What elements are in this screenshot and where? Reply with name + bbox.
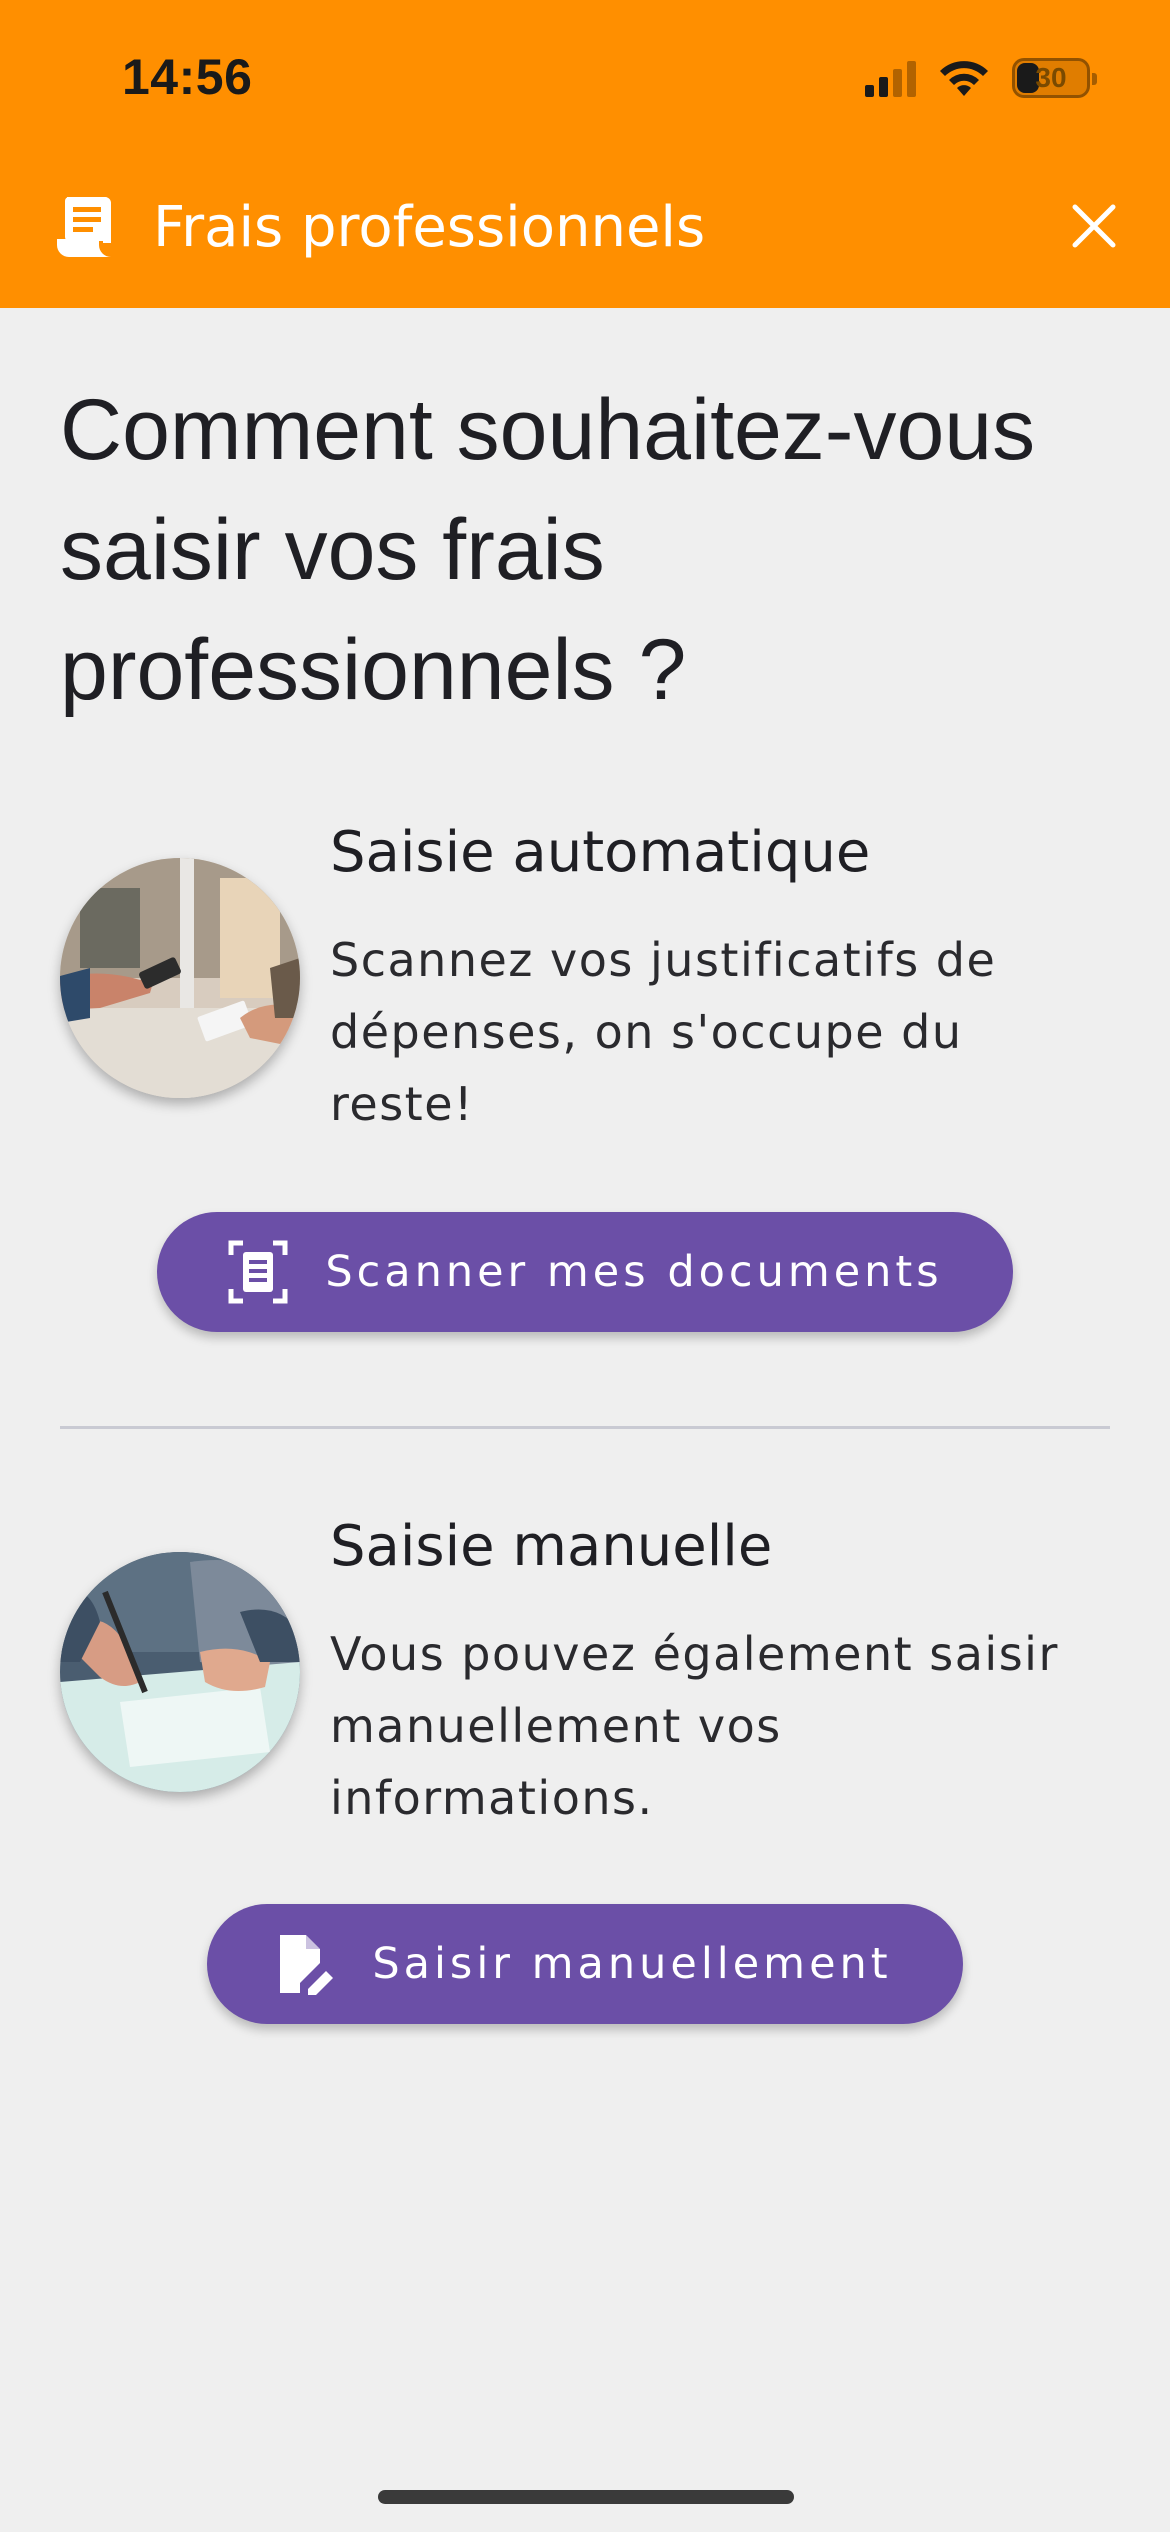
- battery-icon: 30: [1012, 58, 1097, 98]
- manual-entry-photo: [60, 1552, 300, 1792]
- receipt-icon: [57, 197, 111, 257]
- option-description-manual: Vous pouvez également saisir manuellemen…: [330, 1627, 1059, 1825]
- wifi-icon: [940, 61, 988, 96]
- question-heading: Comment souhaitez-vous saisir vos frais …: [60, 382, 1036, 718]
- section-divider: [60, 1426, 1110, 1429]
- scan-documents-label: Scanner mes documents: [325, 1247, 943, 1297]
- home-indicator[interactable]: [378, 2490, 794, 2504]
- battery-level: 30: [1035, 62, 1067, 93]
- manual-entry-button[interactable]: Saisir manuellement: [207, 1904, 963, 2024]
- header-title-row: Frais professionnels: [55, 192, 705, 262]
- manual-entry-label: Saisir manuellement: [372, 1939, 892, 1989]
- edit-document-icon: [280, 1935, 334, 1995]
- scan-documents-button[interactable]: Scanner mes documents: [157, 1212, 1013, 1332]
- status-icons: 30: [865, 56, 1097, 100]
- app-header: 14:56 30 Frais professionnels: [0, 0, 1170, 308]
- option-title-automatic: Saisie automatique: [330, 820, 871, 885]
- option-title-manual: Saisie manuelle: [330, 1514, 773, 1579]
- automatic-entry-photo: [60, 858, 300, 1098]
- option-description-automatic: Scannez vos justificatifs de dépenses, o…: [330, 933, 997, 1131]
- document-scanner-icon: [228, 1240, 288, 1304]
- close-button[interactable]: [1064, 196, 1124, 256]
- close-icon: [1072, 204, 1116, 248]
- cellular-signal-icon: [865, 59, 916, 97]
- page-title: Frais professionnels: [153, 194, 706, 260]
- status-time: 14:56: [122, 49, 253, 105]
